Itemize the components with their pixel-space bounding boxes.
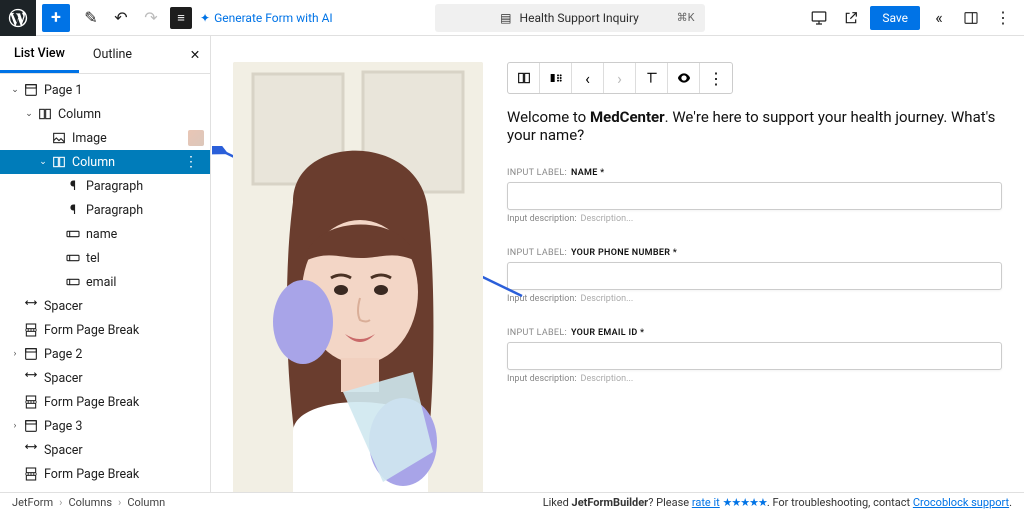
document-title-pill[interactable]: ▤ Health Support Inquiry ⌘K: [435, 4, 705, 32]
tab-outline[interactable]: Outline: [79, 36, 180, 73]
page-icon: [22, 81, 40, 99]
move-right-icon[interactable]: ›: [604, 63, 636, 93]
collapse-chevrons-icon[interactable]: «: [926, 5, 952, 31]
email-input[interactable]: [507, 342, 1002, 370]
text-field-icon: [64, 225, 82, 243]
tab-list-view[interactable]: List View: [0, 36, 79, 73]
tree-node-form-page-break[interactable]: Form Page Break: [0, 390, 210, 414]
block-toolbar: ‹ › ⋮: [507, 62, 733, 94]
crumb-jetform[interactable]: JetForm: [12, 496, 53, 509]
page-break-icon: [22, 321, 40, 339]
tree-node-page2[interactable]: ›Page 2: [0, 342, 210, 366]
close-sidebar-button[interactable]: ✕: [180, 36, 210, 73]
more-options-icon[interactable]: ⋮: [990, 5, 1016, 31]
sidebar-tabs: List View Outline ✕: [0, 36, 210, 74]
support-link[interactable]: Crocoblock support: [913, 496, 1009, 509]
field-email: INPUT LABEL:YOUR EMAIL ID * Input descri…: [507, 328, 1002, 384]
document-icon: ▤: [500, 11, 511, 25]
spacer-icon: [22, 369, 40, 387]
tree-node-page1[interactable]: ⌄Page 1: [0, 78, 210, 102]
add-block-button[interactable]: +: [42, 4, 70, 32]
edit-mode-button[interactable]: ✎: [76, 0, 106, 36]
block-more-icon[interactable]: ⋮: [700, 63, 732, 93]
text-field-icon: [64, 249, 82, 267]
keyboard-shortcut: ⌘K: [677, 11, 695, 24]
sidebar-toggle-icon[interactable]: [958, 5, 984, 31]
node-more-icon[interactable]: ⋮: [184, 154, 204, 170]
tree-node-form-page-break[interactable]: Form Page Break: [0, 462, 210, 486]
block-tree: ⌄Page 1 ⌄Column Image ⌄Column⋮ ¶Paragrap…: [0, 74, 210, 492]
tree-node-spacer[interactable]: Spacer: [0, 294, 210, 318]
structure-sidebar: List View Outline ✕ ⌄Page 1 ⌄Column Imag…: [0, 36, 211, 492]
columns-icon: [50, 153, 68, 171]
undo-button[interactable]: ↶: [106, 0, 136, 36]
tree-node-paragraph[interactable]: ¶Paragraph: [0, 198, 210, 222]
sparkle-icon: ✦: [200, 11, 210, 25]
page-icon: [22, 489, 40, 492]
tree-node-paragraph[interactable]: ¶Paragraph: [0, 174, 210, 198]
paragraph-icon: ¶: [64, 177, 82, 195]
generate-ai-label: Generate Form with AI: [214, 11, 333, 25]
tree-node-tel-field[interactable]: tel: [0, 246, 210, 270]
top-toolbar: + ✎ ↶ ↷ ≡ ✦ Generate Form with AI ▤ Heal…: [0, 0, 1024, 36]
tree-node-name-field[interactable]: name: [0, 222, 210, 246]
breadcrumb-bar: JetForm › Columns › Column Liked JetForm…: [0, 492, 1024, 512]
page-icon: [22, 417, 40, 435]
paragraph-mode-icon[interactable]: ≡: [170, 7, 192, 29]
generate-with-ai-button[interactable]: ✦ Generate Form with AI: [200, 11, 333, 25]
external-preview-icon[interactable]: [838, 5, 864, 31]
page-break-icon: [22, 465, 40, 483]
crumb-column[interactable]: Column: [127, 496, 165, 509]
crumb-columns[interactable]: Columns: [68, 496, 112, 509]
tree-node-image[interactable]: Image: [0, 126, 210, 150]
wordpress-logo[interactable]: [0, 0, 36, 36]
align-icon[interactable]: [636, 63, 668, 93]
desktop-view-icon[interactable]: [806, 5, 832, 31]
hero-image: [233, 62, 483, 492]
page-icon: [22, 345, 40, 363]
main-area: List View Outline ✕ ⌄Page 1 ⌄Column Imag…: [0, 36, 1024, 492]
save-button[interactable]: Save: [870, 6, 920, 30]
form-column: ‹ › ⋮ Welcome to MedCenter. We're here t…: [507, 62, 1002, 492]
tree-node-page3[interactable]: ›Page 3: [0, 414, 210, 438]
text-field-icon: [64, 273, 82, 291]
phone-input[interactable]: [507, 262, 1002, 290]
redo-button[interactable]: ↷: [136, 0, 166, 36]
spacer-icon: [22, 441, 40, 459]
welcome-paragraph[interactable]: Welcome to MedCenter. We're here to supp…: [507, 108, 1002, 144]
tree-node-column[interactable]: ⌄Column: [0, 102, 210, 126]
spacer-icon: [22, 297, 40, 315]
field-name: INPUT LABEL:NAME * Input description:Des…: [507, 168, 1002, 224]
preview-icon[interactable]: [668, 63, 700, 93]
paragraph-icon: ¶: [64, 201, 82, 219]
promo-text: Liked JetFormBuilder? Please rate it ★★★…: [543, 496, 1012, 509]
editor-canvas: ‹ › ⋮ Welcome to MedCenter. We're here t…: [211, 36, 1024, 492]
tree-node-form-page-break[interactable]: Form Page Break: [0, 318, 210, 342]
field-phone: INPUT LABEL:YOUR PHONE NUMBER * Input de…: [507, 248, 1002, 304]
tree-node-spacer[interactable]: Spacer: [0, 438, 210, 462]
stars-icon: ★★★★★: [723, 496, 767, 509]
image-icon: [50, 129, 68, 147]
image-thumbnail: [188, 130, 204, 146]
columns-icon: [36, 105, 54, 123]
drag-handle-icon[interactable]: [540, 63, 572, 93]
name-input[interactable]: [507, 182, 1002, 210]
rate-link[interactable]: rate it: [692, 496, 720, 509]
tree-node-spacer[interactable]: Spacer: [0, 366, 210, 390]
tree-node-email-field[interactable]: email: [0, 270, 210, 294]
block-type-icon[interactable]: [508, 63, 540, 93]
tree-node-column-selected[interactable]: ⌄Column⋮: [0, 150, 210, 174]
document-title: Health Support Inquiry: [520, 11, 639, 25]
tree-node-page4[interactable]: ›Page 4: [0, 486, 210, 492]
move-left-icon[interactable]: ‹: [572, 63, 604, 93]
page-break-icon: [22, 393, 40, 411]
